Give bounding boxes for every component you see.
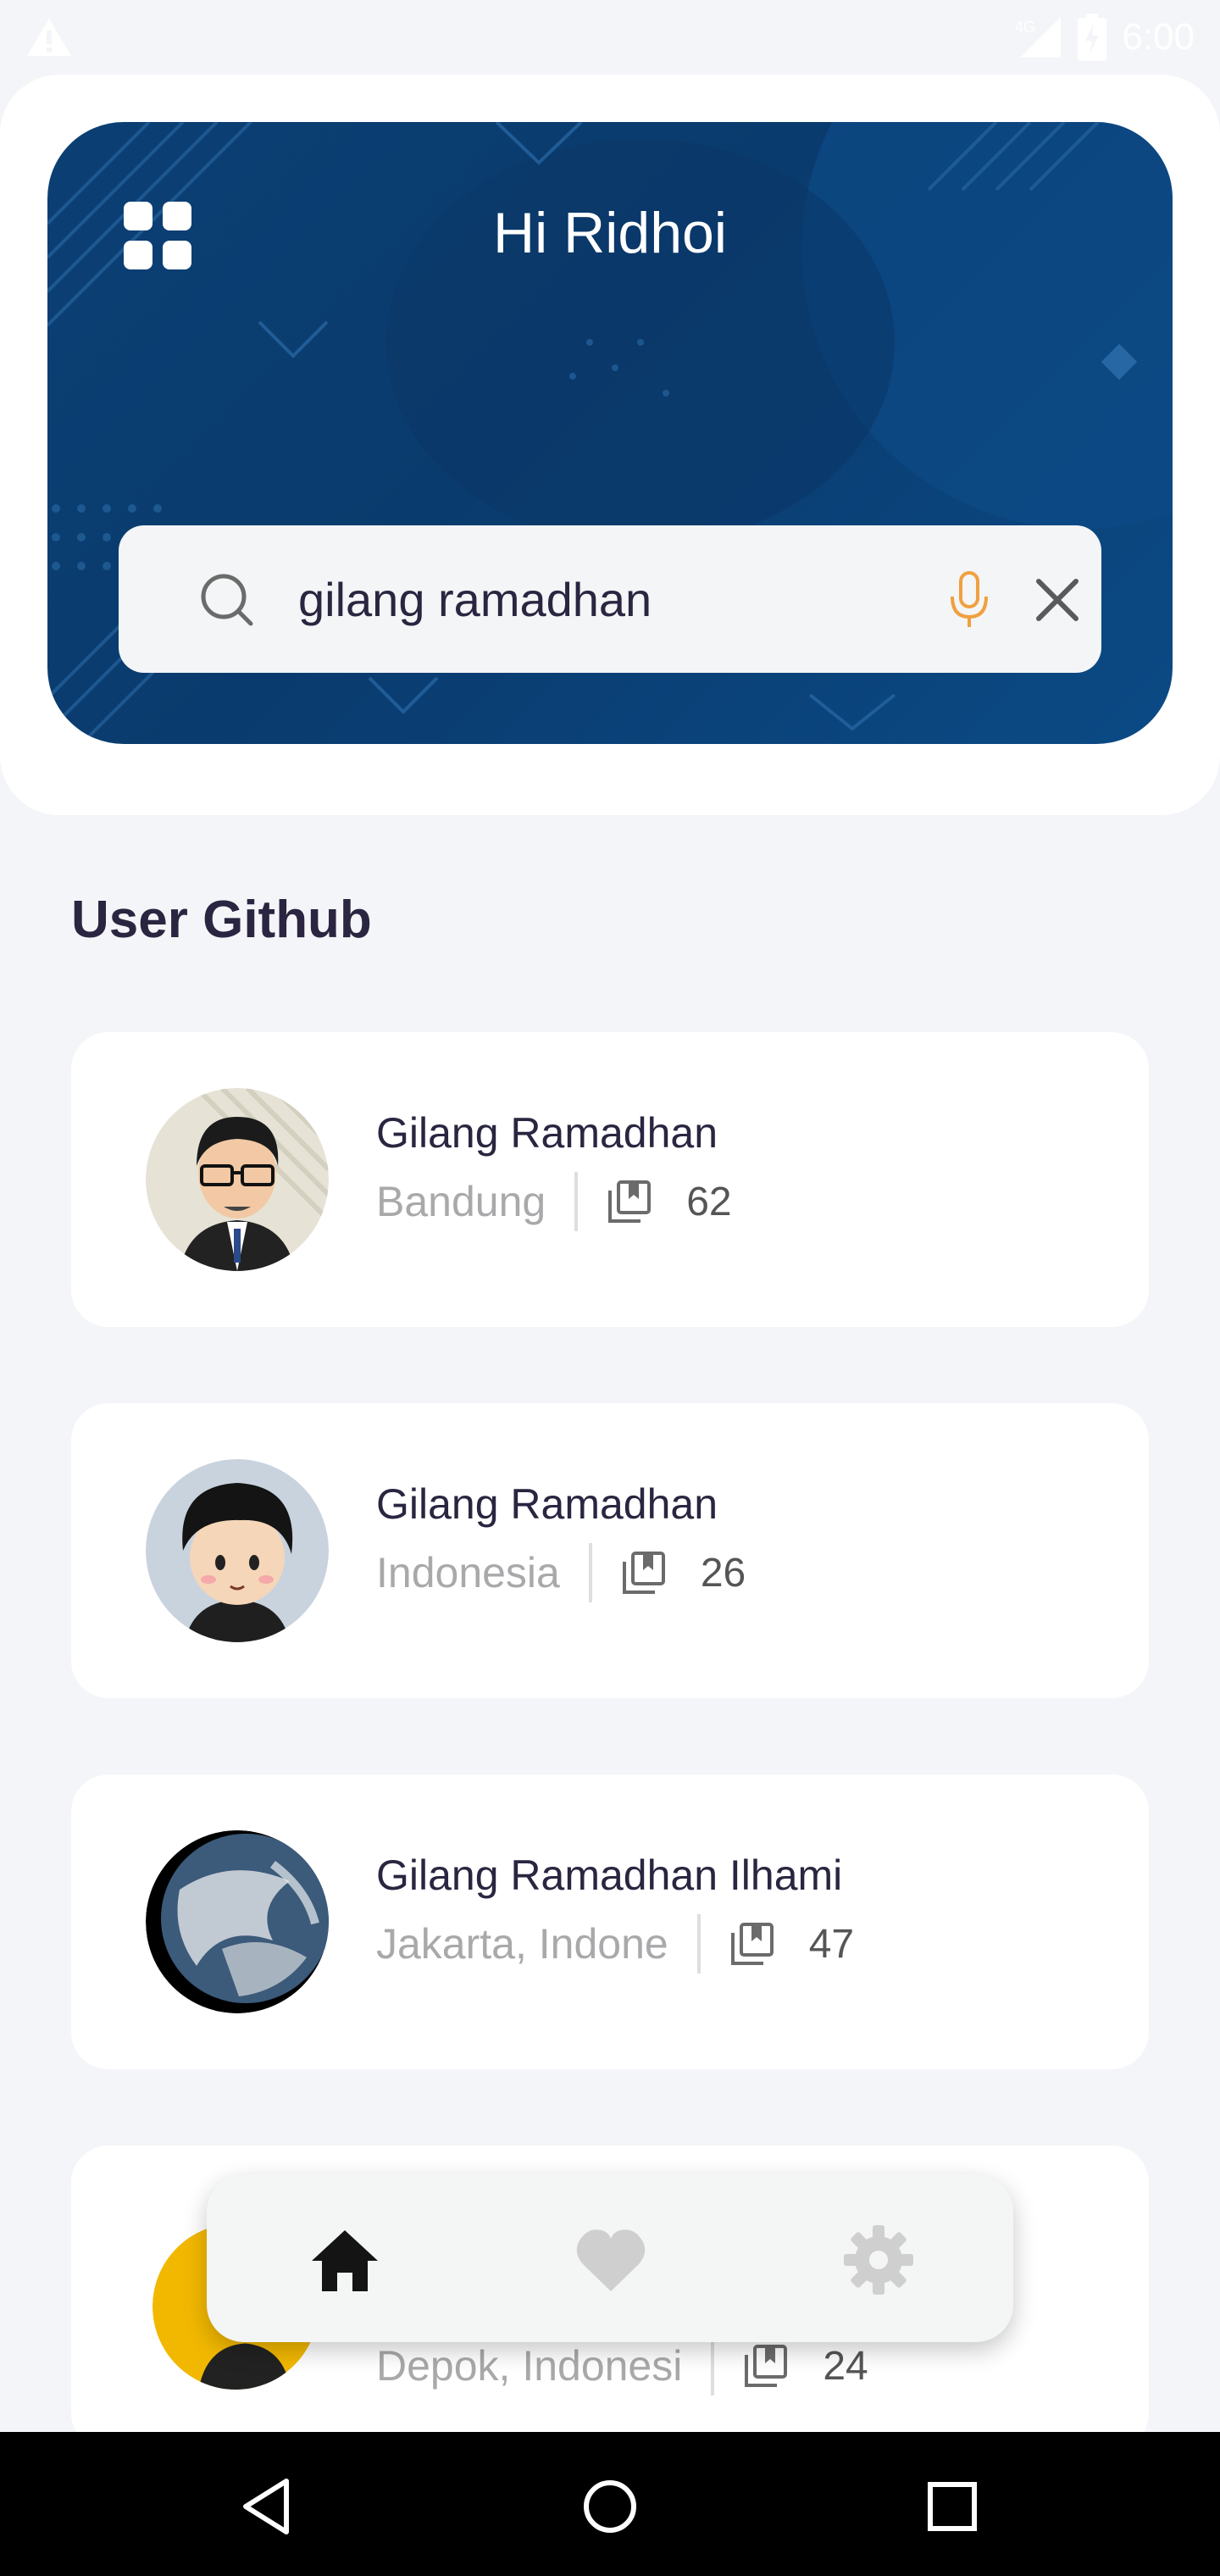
- settings-icon[interactable]: [840, 2222, 917, 2298]
- hero-banner: Hi Ridhoi: [47, 122, 1173, 744]
- heart-icon[interactable]: [573, 2222, 649, 2298]
- user-name: Gilang Ramadhan Ilhami: [376, 1852, 843, 1899]
- signal-icon: 4G: [1015, 17, 1062, 58]
- network-label: 4G: [1015, 19, 1035, 36]
- greeting-title: Hi Ridhoi: [493, 201, 727, 265]
- user-location: Indonesia: [376, 1549, 560, 1596]
- status-indicators: 4G 6:00: [1012, 12, 1195, 63]
- home-circle-icon[interactable]: [576, 2473, 644, 2540]
- user-card[interactable]: Gilang Ramadhan Bandung 62: [71, 1032, 1149, 1327]
- user-card[interactable]: Gilang Ramadhan Ilhami Jakarta, Indone 4…: [71, 1774, 1149, 2069]
- warning-icon: [27, 19, 71, 56]
- user-name: Gilang Ramadhan: [376, 1109, 718, 1157]
- repository-icon: [608, 1180, 652, 1223]
- divider: [574, 1172, 579, 1231]
- repo-count: 62: [686, 1179, 732, 1224]
- repo-count: 47: [808, 1921, 855, 1967]
- close-icon[interactable]: [1032, 575, 1083, 625]
- user-location: Jakarta, Indone: [376, 1920, 668, 1968]
- user-meta: Depok, Indonesi 24: [376, 2336, 868, 2396]
- user-name: Gilang Ramadhan: [376, 1480, 718, 1528]
- status-time: 6:00: [1122, 16, 1195, 58]
- user-location: Bandung: [376, 1178, 546, 1225]
- user-card[interactable]: Gilang Ramadhan Indonesia 26: [71, 1403, 1149, 1698]
- user-meta: Jakarta, Indone 47: [376, 1914, 855, 1974]
- search-icon[interactable]: [197, 569, 258, 630]
- user-meta: Bandung 62: [376, 1172, 732, 1231]
- repo-count: 26: [700, 1550, 746, 1596]
- repository-icon: [745, 2345, 788, 2387]
- bottom-navigation: [207, 2174, 1013, 2342]
- home-icon[interactable]: [307, 2222, 383, 2298]
- repository-icon: [730, 1923, 774, 1965]
- back-icon[interactable]: [234, 2473, 302, 2540]
- user-location: Depok, Indonesi: [376, 2342, 683, 2390]
- divider: [588, 1543, 592, 1602]
- battery-icon: [1078, 14, 1107, 61]
- repo-count: 24: [823, 2343, 868, 2389]
- repository-icon: [622, 1552, 665, 1594]
- system-navigation-bar: [0, 2432, 1220, 2576]
- search-input[interactable]: [297, 559, 952, 639]
- divider: [711, 2336, 715, 2396]
- status-bar: 4G 6:00: [0, 0, 1220, 75]
- avatar: [146, 1459, 329, 1642]
- user-meta: Indonesia 26: [376, 1543, 746, 1602]
- avatar: [146, 1830, 329, 2013]
- recents-icon[interactable]: [918, 2473, 986, 2540]
- mic-icon[interactable]: [946, 569, 993, 630]
- avatar: [146, 1088, 329, 1271]
- section-title: User Github: [71, 891, 372, 949]
- search-bar[interactable]: [119, 525, 1101, 673]
- divider: [696, 1914, 701, 1974]
